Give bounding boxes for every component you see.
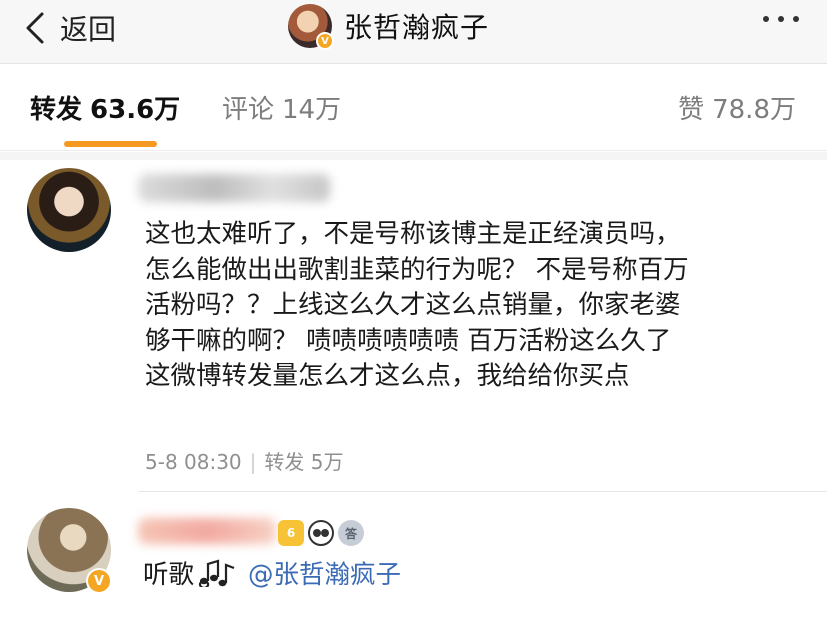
medal-icon[interactable]: 答 — [338, 520, 364, 546]
active-tab-indicator — [64, 141, 157, 147]
tab-like-label: 赞 — [678, 95, 705, 125]
more-icon[interactable] — [763, 16, 799, 22]
chevron-left-icon — [26, 12, 44, 44]
avatar[interactable] — [27, 168, 111, 252]
mention-link[interactable]: @张哲瀚疯子 — [248, 554, 401, 591]
list-item: 这也太难听了，不是号称该博主是正经演员吗， 怎么能做出出歌割韭菜的行为呢？ 不是… — [0, 168, 827, 492]
comment-line: 怎么能做出出歌割韭菜的行为呢？ 不是号称百万 — [145, 254, 689, 285]
tab-repost-count: 63.6万 — [90, 95, 181, 125]
comment-line: 够干嘛的啊？ 啧啧啧啧啧啧 百万活粉这么久了 — [145, 325, 672, 356]
tab-like[interactable]: 赞 78.8万 — [678, 89, 796, 126]
comment-line: 这也太难听了，不是号称该博主是正经演员吗， — [145, 219, 681, 249]
more-dot — [763, 16, 769, 22]
tab-comment-count: 14万 — [282, 95, 342, 125]
comment-meta: 5-8 08:30 | 转发 5万 — [145, 446, 344, 475]
back-label: 返回 — [60, 13, 117, 46]
more-dot — [793, 16, 799, 22]
verified-badge: V — [86, 568, 112, 594]
music-notes-icon — [198, 559, 235, 587]
repost-count-link[interactable]: 转发 5万 — [264, 450, 343, 474]
user-badges: 6 答 — [278, 520, 364, 546]
tab-comment[interactable]: 评论 14万 — [222, 89, 341, 126]
stats-tabs: 转发 63.6万 评论 14万 赞 78.8万 — [0, 65, 827, 151]
back-button[interactable]: 返回 — [18, 8, 116, 48]
verified-badge: V — [316, 32, 334, 50]
panda-icon[interactable] — [308, 520, 334, 546]
timestamp: 5-8 08:30 — [145, 450, 242, 474]
nav-bar: 返回 V 张哲瀚疯子 — [0, 0, 827, 64]
reply-text: 听歌 — [143, 560, 195, 590]
comment-line: 这微博转发量怎么才这么点，我给给你买点 — [145, 361, 630, 391]
tab-repost-label: 转发 — [30, 95, 83, 125]
page-title: 张哲瀚疯子 — [344, 11, 490, 44]
comment-text: 这也太难听了，不是号称该博主是正经演员吗， 怎么能做出出歌割韭菜的行为呢？ 不是… — [145, 217, 805, 395]
section-gap — [0, 152, 827, 160]
nav-user[interactable]: V 张哲瀚疯子 — [288, 4, 490, 50]
comment-line: 活粉吗？？上线这么久才这么点销量，你家老婆 — [145, 290, 681, 320]
meta-separator: | — [249, 450, 257, 474]
more-dot — [778, 16, 784, 22]
blurred-username — [138, 174, 330, 202]
crown-icon[interactable]: 6 — [278, 520, 304, 546]
divider — [138, 491, 827, 492]
tab-comment-label: 评论 — [222, 95, 275, 125]
comment-text: 听歌 @张哲瀚疯子 — [143, 554, 401, 591]
tab-repost[interactable]: 转发 63.6万 — [30, 89, 180, 126]
blurred-username — [138, 518, 276, 544]
list-item: V 6 答 听歌 @张哲瀚疯子 — [0, 508, 827, 619]
avatar[interactable]: V — [288, 4, 334, 50]
tab-like-count: 78.8万 — [712, 95, 796, 125]
